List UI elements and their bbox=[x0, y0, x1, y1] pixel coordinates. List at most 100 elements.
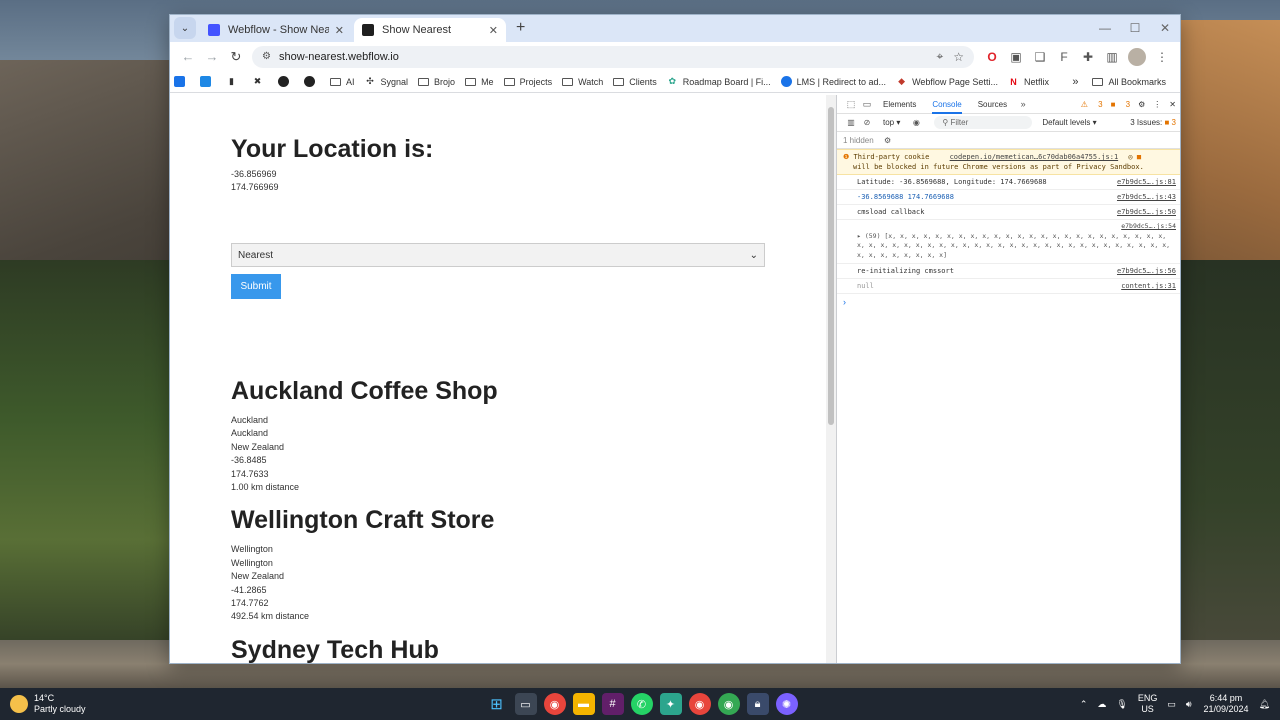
back-icon[interactable]: ← bbox=[176, 49, 200, 64]
show-hidden-icons-icon[interactable]: ⌃ bbox=[1080, 699, 1088, 710]
scrollbar-thumb[interactable] bbox=[828, 107, 834, 425]
tab-search-button[interactable]: ⌄ bbox=[174, 17, 196, 39]
browser-menu-icon[interactable]: ⋮ bbox=[1150, 50, 1174, 64]
warning-count-badge[interactable]: ⚠ 3 bbox=[1081, 100, 1103, 109]
bookmark-folder-brojo[interactable]: Brojo bbox=[418, 77, 455, 87]
bookmark-webflow-page[interactable]: ◆ Webflow Page Setti... bbox=[896, 76, 998, 87]
tab-show-nearest[interactable]: Show Nearest ✕ bbox=[354, 18, 506, 42]
log-source-link[interactable]: e7b9dc5….js:54 bbox=[1121, 222, 1176, 232]
chrome-profile-icon[interactable]: ◉ bbox=[688, 693, 711, 715]
chrome-profile-2-icon[interactable]: ◉ bbox=[717, 693, 740, 715]
bookmark-x[interactable]: ✖ bbox=[252, 76, 268, 87]
info-icon[interactable]: ◎ bbox=[1128, 153, 1132, 161]
address-bar[interactable]: ⚙ show-nearest.webflow.io ⌖ ☆ bbox=[252, 45, 974, 68]
windows-start-icon[interactable]: ⊞ bbox=[486, 693, 508, 715]
onedrive-icon[interactable]: ☁ bbox=[1097, 699, 1106, 710]
bookmark-lms[interactable]: LMS | Redirect to ad... bbox=[780, 76, 886, 87]
bookmark-calendar[interactable] bbox=[174, 76, 190, 87]
task-view-icon[interactable]: ▭ bbox=[514, 693, 537, 715]
log-source-link[interactable]: e7b9dc5….js:43 bbox=[1117, 192, 1176, 202]
log-source-link[interactable]: content.js:31 bbox=[1121, 281, 1176, 291]
app-icon[interactable]: ✦ bbox=[659, 693, 682, 715]
settings-app-icon[interactable]: ✺ bbox=[775, 693, 798, 715]
new-tab-button[interactable]: + bbox=[516, 19, 525, 37]
page-scrollbar[interactable] bbox=[826, 95, 836, 663]
close-tab-icon[interactable]: ✕ bbox=[489, 24, 498, 37]
submit-button[interactable]: Submit bbox=[231, 274, 281, 299]
error-count-badge[interactable]: ■ 3 bbox=[1111, 100, 1131, 109]
tab-console[interactable]: Console bbox=[932, 95, 962, 114]
array-preview[interactable]: ▸ (59) [x, x, x, x, x, x, x, x, x, x, x,… bbox=[857, 232, 1176, 261]
log-levels-dropdown[interactable]: Default levels ▾ bbox=[1042, 118, 1096, 127]
sidebar-toggle-icon[interactable]: ▥ bbox=[843, 118, 859, 127]
close-window-icon[interactable]: ✕ bbox=[1150, 15, 1180, 42]
more-tabs-icon[interactable]: » bbox=[1015, 99, 1031, 109]
bookmark-folder-ai[interactable]: AI bbox=[330, 77, 355, 87]
bookmark-netflix[interactable]: N Netflix bbox=[1008, 76, 1049, 87]
bookmark-star-icon[interactable]: ☆ bbox=[953, 50, 964, 64]
bookmark-globe-1[interactable] bbox=[278, 76, 294, 87]
bookmark-folder-projects[interactable]: Projects bbox=[503, 77, 552, 87]
device-toolbar-icon[interactable]: ▭ bbox=[859, 99, 875, 110]
bookmark-folder-me[interactable]: Me bbox=[465, 77, 494, 87]
issue-icon[interactable]: ■ bbox=[1137, 153, 1141, 161]
maximize-icon[interactable]: ☐ bbox=[1120, 15, 1150, 42]
all-bookmarks[interactable]: All Bookmarks bbox=[1092, 77, 1166, 87]
bookmark-roadmap[interactable]: ✿ Roadmap Board | Fi... bbox=[667, 76, 771, 87]
console-filter-input[interactable]: ⚲ Filter bbox=[934, 116, 1033, 129]
bookmark-mail[interactable] bbox=[200, 76, 216, 87]
side-panel-icon[interactable]: ▥ bbox=[1100, 50, 1124, 64]
chrome-icon[interactable]: ◉ bbox=[543, 693, 566, 715]
cards-extension-icon[interactable]: ❑ bbox=[1028, 50, 1052, 64]
tab-elements[interactable]: Elements bbox=[883, 95, 916, 114]
devtools-settings-icon[interactable]: ⚙ bbox=[1138, 100, 1145, 109]
bookmark-folder-clients[interactable]: Clients bbox=[613, 77, 657, 87]
site-info-icon[interactable]: ⚙ bbox=[262, 51, 271, 62]
sort-select[interactable]: Nearest ⌄ bbox=[231, 243, 765, 267]
inspect-element-icon[interactable]: ⬚ bbox=[843, 99, 859, 110]
tab-webflow[interactable]: Webflow - Show Nearest ✕ bbox=[200, 18, 352, 42]
clock[interactable]: 6:44 pm 21/09/2024 bbox=[1204, 693, 1249, 715]
location-icon[interactable]: ⌖ bbox=[936, 49, 943, 64]
tab-sources[interactable]: Sources bbox=[978, 95, 1007, 114]
reload-icon[interactable]: ↻ bbox=[224, 49, 248, 65]
webflow-extension-icon[interactable]: F bbox=[1052, 50, 1076, 64]
more-bookmarks-icon[interactable]: » bbox=[1072, 76, 1078, 88]
profile-avatar[interactable] bbox=[1128, 47, 1146, 66]
language-indicator[interactable]: ENG US bbox=[1138, 693, 1158, 715]
store-region: Auckland bbox=[231, 428, 269, 439]
notifications-icon[interactable]: 🔔︎ bbox=[1259, 699, 1270, 710]
file-explorer-icon[interactable]: ▬ bbox=[572, 693, 595, 715]
cookie-source-link[interactable]: codepen.io/memetican…6c70dab06a4755.js:1 bbox=[950, 153, 1119, 161]
weather-widget[interactable]: 14°C Partly cloudy bbox=[10, 693, 86, 715]
password-manager-icon[interactable]: 🔒︎ bbox=[746, 693, 769, 715]
clear-console-icon[interactable]: ⊘ bbox=[859, 118, 875, 127]
microphone-icon[interactable]: 🎙︎ bbox=[1116, 699, 1127, 710]
opera-extension-icon[interactable]: O bbox=[980, 50, 1004, 64]
minimize-icon[interactable]: — bbox=[1090, 15, 1120, 42]
log-source-link[interactable]: e7b9dc5….js:81 bbox=[1117, 177, 1176, 187]
console-settings-icon[interactable]: ⚙ bbox=[884, 136, 891, 145]
devtools-close-icon[interactable]: ✕ bbox=[1169, 100, 1176, 109]
log-source-link[interactable]: e7b9dc5….js:50 bbox=[1117, 207, 1176, 217]
store-region: Wellington bbox=[231, 557, 273, 568]
network-icon[interactable]: ▭ bbox=[1167, 699, 1176, 710]
console-array-row[interactable]: e7b9dc5….js:54 ▸ (59) [x, x, x, x, x, x,… bbox=[837, 220, 1180, 264]
bookmark-globe-2[interactable] bbox=[304, 76, 320, 87]
whatsapp-icon[interactable]: ✆ bbox=[630, 693, 653, 715]
devtools-menu-icon[interactable]: ⋮ bbox=[1153, 100, 1161, 109]
bookmark-sygnal[interactable]: ✣ Sygnal bbox=[365, 76, 408, 87]
extensions-puzzle-icon[interactable]: ✚ bbox=[1076, 50, 1100, 64]
volume-icon[interactable]: 🔊︎ bbox=[1186, 699, 1192, 710]
close-tab-icon[interactable]: ✕ bbox=[335, 24, 344, 37]
eye-icon[interactable]: ◉ bbox=[908, 118, 924, 127]
bookmark-folder-watch[interactable]: Watch bbox=[562, 77, 603, 87]
camera-extension-icon[interactable]: ▣ bbox=[1004, 50, 1028, 64]
issues-button[interactable]: 3 Issues: ■ 3 bbox=[1130, 118, 1176, 127]
context-selector[interactable]: top ▾ bbox=[883, 118, 900, 127]
log-source-link[interactable]: e7b9dc5….js:56 bbox=[1117, 266, 1176, 276]
bookmark-chart[interactable]: ▮ bbox=[226, 76, 242, 87]
console-prompt[interactable]: › bbox=[837, 294, 1180, 310]
slack-icon[interactable]: # bbox=[601, 693, 624, 715]
forward-icon[interactable]: → bbox=[200, 49, 224, 64]
